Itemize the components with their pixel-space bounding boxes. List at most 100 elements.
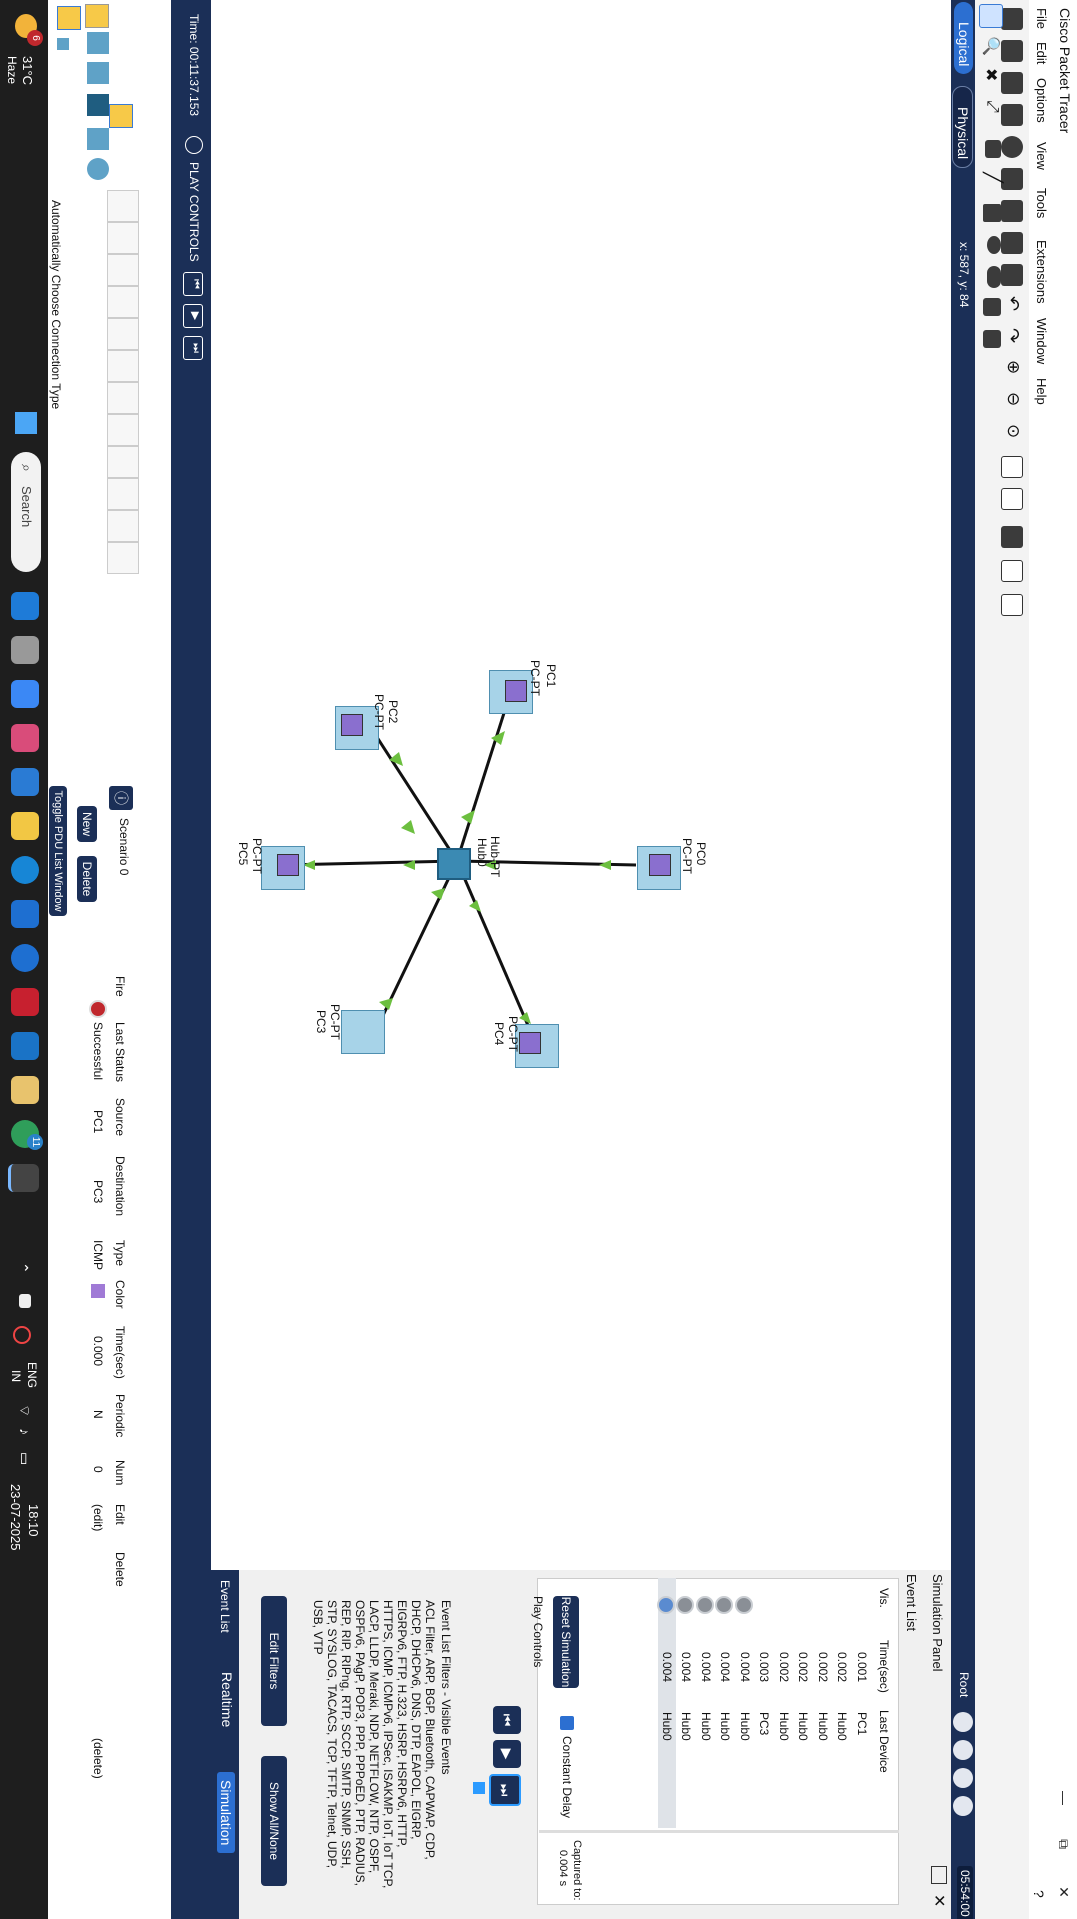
palette-icon[interactable] <box>1001 456 1023 478</box>
menu-options[interactable]: Options <box>1034 78 1049 123</box>
reset-simulation-button[interactable]: Reset Simulation <box>553 1596 579 1688</box>
draw-line-icon[interactable]: ╱ <box>982 172 1003 183</box>
sim-play-button[interactable]: ▶ <box>493 1740 521 1768</box>
connection-type-icon[interactable] <box>57 6 81 30</box>
info-icon[interactable]: ⓘ <box>109 786 133 810</box>
edit-filters-button[interactable]: Edit Filters <box>261 1596 287 1726</box>
mcafee-icon[interactable] <box>11 988 39 1016</box>
tray-chevron-icon[interactable]: ⌃ <box>14 1262 31 1274</box>
pc3-device[interactable] <box>341 1010 385 1054</box>
auto-connection-icon[interactable] <box>107 190 139 222</box>
pdu-envelope-icon[interactable] <box>519 1032 541 1054</box>
back-step-icon[interactable]: ⏮ <box>183 272 203 296</box>
event-row[interactable] <box>853 1578 871 1828</box>
event-row[interactable] <box>814 1578 832 1828</box>
add-complex-pdu-icon[interactable] <box>983 330 1001 348</box>
new-scenario-button[interactable]: New <box>77 806 97 842</box>
battery-icon[interactable]: ▭ <box>16 1452 33 1465</box>
viewport-nav-icon[interactable] <box>953 1796 973 1816</box>
draw-rectangle-icon[interactable] <box>983 204 1001 222</box>
fiber-icon[interactable] <box>107 318 139 350</box>
grid-icon[interactable] <box>57 38 69 50</box>
menu-view[interactable]: View <box>1034 142 1049 170</box>
fire-indicator-icon[interactable] <box>89 1000 107 1018</box>
print-icon[interactable] <box>1001 104 1023 126</box>
pdu-envelope-icon[interactable] <box>649 854 671 876</box>
straight-through-icon[interactable] <box>107 254 139 286</box>
wifi-icon[interactable]: ⌔ <box>15 1404 33 1417</box>
menu-tools[interactable]: Tools <box>1034 188 1049 218</box>
pdu-envelope-icon[interactable] <box>277 854 299 876</box>
file-explorer-icon[interactable] <box>11 812 39 840</box>
event-row[interactable] <box>678 1578 696 1828</box>
chrome-icon[interactable] <box>11 944 39 972</box>
menu-help[interactable]: Help <box>1034 378 1049 405</box>
back-icon[interactable] <box>953 1712 973 1732</box>
delete-tool-icon[interactable]: ✖ <box>981 68 1001 81</box>
visibility-eye-icon[interactable] <box>657 1596 675 1614</box>
event-row[interactable] <box>736 1578 754 1828</box>
coaxial-icon[interactable] <box>107 382 139 414</box>
packet-tracer-taskbar-icon[interactable] <box>8 1164 39 1192</box>
save-icon[interactable] <box>1001 72 1023 94</box>
open-file-icon[interactable] <box>1001 40 1023 62</box>
redo-icon[interactable]: ↷ <box>1002 328 1023 343</box>
notes-icon[interactable] <box>1001 560 1023 582</box>
phone-cable-icon[interactable] <box>107 350 139 382</box>
hub0-device[interactable] <box>437 848 471 880</box>
category-lightning-icon[interactable] <box>85 4 109 28</box>
pdu-envelope-icon[interactable] <box>341 714 363 736</box>
inspect-tool-icon[interactable]: 🔍 <box>981 36 1001 56</box>
undock-icon[interactable] <box>931 1866 947 1884</box>
info-icon[interactable] <box>1001 136 1023 158</box>
event-row[interactable] <box>717 1578 735 1828</box>
store-icon[interactable] <box>11 680 39 708</box>
pdu-envelope-icon[interactable] <box>505 680 527 702</box>
event-row[interactable] <box>834 1578 852 1828</box>
multiuser-icon[interactable] <box>87 158 109 180</box>
play-speed-slider[interactable] <box>473 1782 485 1794</box>
crossover-icon[interactable] <box>107 286 139 318</box>
zoom-reset-icon[interactable]: ⊙ <box>1003 424 1023 438</box>
copilot-app-icon[interactable] <box>11 768 39 796</box>
sim-back-button[interactable]: ⏮ <box>493 1706 521 1734</box>
outlook-icon[interactable] <box>11 1032 39 1060</box>
menu-extensions[interactable]: Extensions <box>1034 240 1049 304</box>
help-icon[interactable]: ? <box>1031 1890 1047 1898</box>
tab-realtime[interactable]: Realtime <box>219 1672 235 1727</box>
microsoft-365-icon[interactable] <box>11 724 39 752</box>
zoom-in-icon[interactable]: ⊕ <box>1003 360 1023 374</box>
event-row[interactable] <box>775 1578 793 1828</box>
play-icon[interactable]: ▶ <box>183 304 203 328</box>
volume-icon[interactable]: ♪ <box>17 1428 33 1435</box>
components-icon[interactable] <box>87 94 109 116</box>
onedrive-icon[interactable] <box>19 1294 31 1308</box>
event-row[interactable] <box>658 1578 676 1828</box>
paste-icon[interactable] <box>1001 264 1023 286</box>
select-tool-icon[interactable] <box>979 4 1003 28</box>
new-file-icon[interactable] <box>1001 8 1023 30</box>
visibility-eye-icon[interactable] <box>696 1596 714 1614</box>
freeform-icon[interactable] <box>987 266 1001 288</box>
delete-scenario-button[interactable]: Delete <box>77 856 97 902</box>
panel-close-icon[interactable]: ✕ <box>929 1894 949 1907</box>
menu-window[interactable]: Window <box>1034 318 1049 364</box>
event-row[interactable] <box>756 1578 774 1828</box>
clock-date[interactable]: 23-07-2025 <box>8 1484 23 1551</box>
sync-icon[interactable] <box>13 1326 31 1344</box>
visibility-eye-icon[interactable] <box>735 1596 753 1614</box>
event-row[interactable] <box>697 1578 715 1828</box>
network-icon[interactable] <box>1001 168 1023 190</box>
minimize-button[interactable]: — <box>1053 1778 1075 1818</box>
tab-event-list[interactable]: Event List <box>218 1580 232 1633</box>
copilot-icon[interactable] <box>11 592 39 620</box>
activity-wizard-icon[interactable] <box>1001 594 1023 616</box>
language-code[interactable]: ENG <box>25 1362 39 1388</box>
copy-icon[interactable] <box>1001 232 1023 254</box>
event-list-scrollbar[interactable] <box>539 1830 899 1833</box>
cluster-icon[interactable] <box>953 1740 973 1760</box>
resize-tool-icon[interactable]: ⤢ <box>983 100 1001 113</box>
console-cable-icon[interactable] <box>107 222 139 254</box>
add-simple-pdu-icon[interactable] <box>983 298 1001 316</box>
undo-icon[interactable]: ↶ <box>1002 296 1023 311</box>
